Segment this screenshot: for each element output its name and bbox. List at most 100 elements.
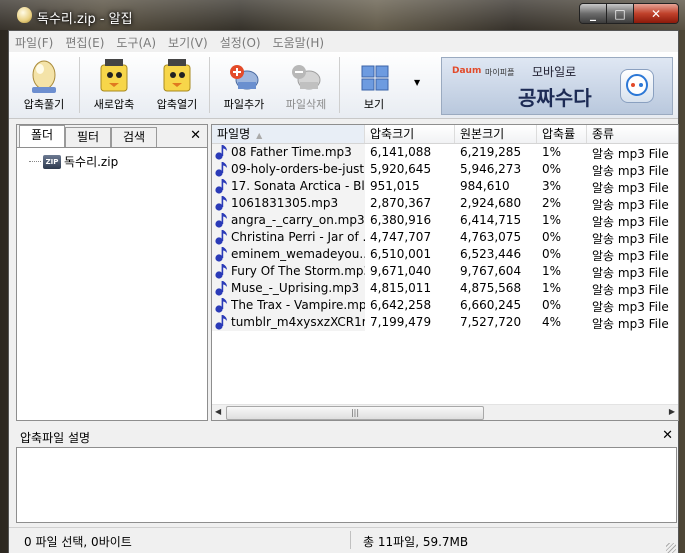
ratio-cell: 1% (542, 264, 562, 278)
column-packed[interactable]: 압축크기 (365, 125, 455, 143)
mp3-note-icon (215, 281, 227, 296)
original-size-cell: 2,924,680 (460, 196, 522, 210)
table-row[interactable]: 09-holy-orders-be-just... 5,920,645 5,946,… (212, 161, 678, 178)
table-row[interactable]: angra_-_carry_on.mp3 6,380,916 6,414,715 1%… (212, 212, 678, 229)
sort-up-icon: ▲ (256, 131, 263, 140)
add-file-label: 파일추가 (223, 98, 265, 111)
new-archive-button[interactable]: 새로압축 (84, 52, 144, 118)
packed-size-cell: 6,141,088 (370, 145, 432, 159)
status-bar: 0 파일 선택, 0바이트 총 11파일, 59.7MB (9, 527, 678, 553)
tree-connector (29, 160, 41, 163)
file-name-cell: 1061831305.mp3 (231, 196, 339, 210)
table-row[interactable]: The Trax - Vampire.mp3 6,642,258 6,660,245… (212, 297, 678, 314)
table-row[interactable]: 08 Father Time.mp3 6,141,088 6,219,285 1% 알송… (212, 144, 678, 161)
banner-line2: 공짜수다 (518, 86, 592, 110)
description-header: 압축파일 설명 ✕ (16, 427, 677, 445)
packed-size-cell: 2,870,367 (370, 196, 432, 210)
file-name-cell: tumblr_m4xysxzXCR1r... (231, 315, 365, 329)
mp3-note-icon (215, 179, 227, 194)
toolbar-separator (209, 57, 210, 113)
delete-file-icon (292, 65, 321, 90)
file-name-cell: Christina Perri - Jar of ... (231, 230, 365, 244)
original-size-cell: 6,219,285 (460, 145, 522, 159)
table-row[interactable]: Christina Perri - Jar of ... 4,747,707 4,7… (212, 229, 678, 246)
type-cell: 알송 mp3 File (592, 181, 669, 195)
ratio-cell: 1% (542, 145, 562, 159)
packed-size-cell: 9,671,040 (370, 264, 432, 278)
status-total: 총 11파일, 59.7MB (363, 535, 469, 549)
scroll-right-icon[interactable]: ▶ (669, 407, 675, 416)
column-ratio[interactable]: 압축률 (537, 125, 587, 143)
scroll-thumb[interactable]: ||| (226, 406, 484, 420)
column-type[interactable]: 종류 (587, 125, 678, 143)
packed-size-cell: 6,510,001 (370, 247, 432, 261)
status-divider (350, 531, 351, 549)
view-button[interactable]: ▼ 보기 (344, 52, 424, 118)
table-row[interactable]: tumblr_m4xysxzXCR1r... 7,199,479 7,527,720… (212, 314, 678, 331)
menu-view[interactable]: 보기(V) (162, 31, 214, 51)
original-size-cell: 984,610 (460, 179, 510, 193)
mp3-note-icon (215, 145, 227, 160)
menu-tools[interactable]: 도구(A) (110, 31, 162, 51)
tab-folder[interactable]: 폴더 (19, 125, 65, 147)
delete-file-label: 파일삭제 (285, 98, 327, 111)
mp3-note-icon (215, 230, 227, 245)
open-archive-button[interactable]: 압축열기 (147, 52, 207, 118)
daum-ad-banner[interactable]: Daum 마이피플 모바일로 공짜수다 (441, 57, 673, 115)
menu-file[interactable]: 파일(F) (9, 31, 59, 51)
mp3-note-icon (215, 315, 227, 330)
original-size-cell: 9,767,604 (460, 264, 522, 278)
table-row[interactable]: eminem_wemadeyou.... 6,510,001 6,523,446 0%… (212, 246, 678, 263)
maximize-button[interactable]: □ (607, 4, 634, 23)
egg-icon (32, 60, 56, 93)
view-dropdown-arrow-icon[interactable]: ▼ (414, 78, 420, 87)
banner-line1: 모바일로 (532, 65, 577, 79)
column-name-label: 파일명 (217, 127, 251, 141)
ratio-cell: 0% (542, 230, 562, 244)
description-textarea[interactable] (16, 447, 677, 523)
menu-help[interactable]: 도움말(H) (267, 31, 331, 51)
packed-size-cell: 4,747,707 (370, 230, 432, 244)
title-bar[interactable]: 독수리.zip - 알집 _ □ ✕ (0, 0, 685, 30)
menu-edit[interactable]: 편집(E) (59, 31, 110, 51)
type-cell: 알송 mp3 File (592, 198, 669, 212)
minimize-button[interactable]: _ (580, 4, 607, 23)
table-row[interactable]: 1061831305.mp3 2,870,367 2,924,680 2% 알송 mp3… (212, 195, 678, 212)
tree-root-label: 독수리.zip (64, 155, 119, 169)
ratio-cell: 0% (542, 247, 562, 261)
table-row[interactable]: Fury Of The Storm.mp3 9,671,040 9,767,604 1… (212, 263, 678, 280)
tree-item-root[interactable]: ZIP 독수리.zip (29, 153, 118, 170)
view-label: 보기 (363, 98, 385, 111)
list-header: 파일명 ▲ 압축크기 원본크기 압축률 종류 (212, 125, 678, 144)
add-file-button[interactable]: 파일추가 (214, 52, 274, 118)
toolbar-separator (339, 57, 340, 113)
column-name[interactable]: 파일명 ▲ (212, 125, 365, 143)
type-cell: 알송 mp3 File (592, 147, 669, 161)
column-size[interactable]: 원본크기 (455, 125, 537, 143)
table-row[interactable]: Muse_-_Uprising.mp3 4,815,011 4,875,568 1% 알… (212, 280, 678, 297)
resize-grip-icon[interactable] (666, 543, 676, 553)
tab-filter[interactable]: 필터 (65, 127, 111, 147)
toolbar-separator (79, 57, 80, 113)
delete-file-button[interactable]: 파일삭제 (276, 52, 336, 118)
file-name-cell: angra_-_carry_on.mp3 (231, 213, 365, 227)
file-name-cell: The Trax - Vampire.mp3 (231, 298, 365, 312)
packed-size-cell: 5,920,645 (370, 162, 432, 176)
close-button[interactable]: ✕ (634, 4, 678, 23)
type-cell: 알송 mp3 File (592, 266, 669, 280)
ratio-cell: 1% (542, 213, 562, 227)
ratio-cell: 0% (542, 162, 562, 176)
type-cell: 알송 mp3 File (592, 283, 669, 297)
scroll-left-icon[interactable]: ◀ (215, 407, 221, 416)
original-size-cell: 5,946,273 (460, 162, 522, 176)
horizontal-scrollbar[interactable]: ◀ ||| ▶ (212, 404, 678, 420)
file-name-cell: Muse_-_Uprising.mp3 (231, 281, 360, 295)
table-row[interactable]: 17. Sonata Arctica - Bl... 951,015 984,610… (212, 178, 678, 195)
extract-button[interactable]: 압축풀기 (14, 52, 74, 118)
packed-size-cell: 951,015 (370, 179, 420, 193)
panel-close-icon[interactable]: ✕ (190, 128, 201, 143)
description-close-icon[interactable]: ✕ (662, 428, 673, 443)
tab-search[interactable]: 검색 (111, 127, 157, 147)
file-rows: 08 Father Time.mp3 6,141,088 6,219,285 1% 알송… (212, 144, 678, 331)
menu-settings[interactable]: 설정(O) (214, 31, 267, 51)
